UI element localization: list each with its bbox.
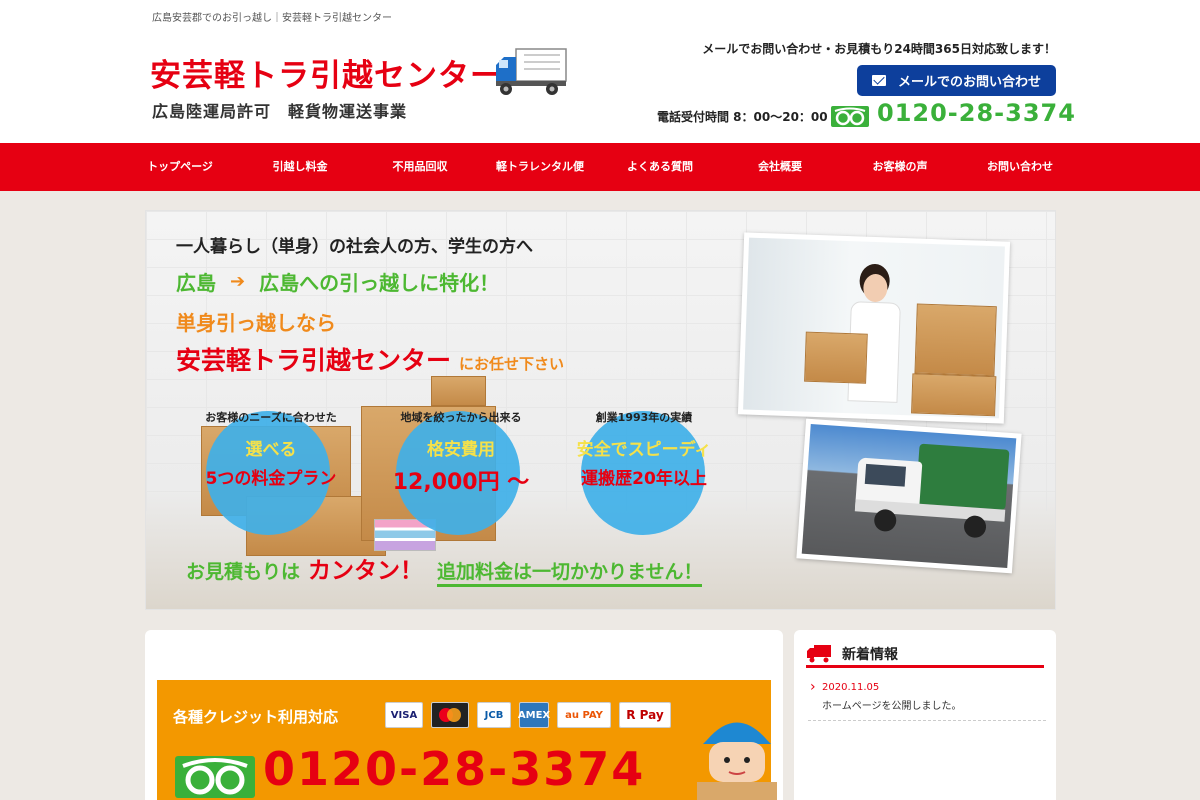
freedial-icon — [175, 756, 255, 798]
hero-single-move: 単身引っ越しなら — [176, 311, 336, 335]
hero-estimate-banner: お見積もりは カンタン！ 追加料金は一切かかりません！ — [186, 551, 703, 587]
photo-kei-truck — [796, 418, 1022, 574]
feature-detail: 12,000円 〜 — [392, 470, 530, 495]
nav-item-truck-rental[interactable]: 軽トラレンタル便 — [480, 143, 600, 191]
truck-icon — [807, 644, 831, 662]
freedial-icon — [831, 106, 869, 127]
no-extra-fee: 追加料金は一切かかりません！ — [437, 557, 703, 587]
nav-item-company[interactable]: 会社概要 — [720, 143, 840, 191]
news-title: 新着情報 — [842, 646, 898, 663]
truck-icon — [496, 48, 567, 95]
mail-button-label: メールでのお問い合わせ — [897, 75, 1041, 90]
header-phone-number[interactable]: 0120-28-3374 — [877, 99, 1076, 127]
amex-card-icon: AMEX — [518, 702, 550, 728]
feature-caption: お客様のニーズに合わせた — [205, 411, 337, 424]
arrow-right-icon: ➔ — [230, 271, 246, 292]
news-header: 新着情報 — [806, 642, 1044, 668]
credit-banner: 各種クレジット利用対応 VISA JCB AMEX au PAY R Pay 0… — [157, 680, 777, 800]
feature-detail: 5つの料金プラン — [205, 469, 337, 489]
cardboard-box — [431, 376, 486, 406]
feature-caption: 地域を絞ったから出来る — [400, 411, 522, 424]
hero-brand-suffix: にお任せ下さい — [459, 355, 565, 373]
feature-headline: 選べる — [245, 440, 297, 460]
payment-card-list: VISA JCB AMEX au PAY R Pay — [385, 702, 671, 728]
estimate-lead: お見積もりは — [186, 561, 301, 583]
mail-note: メールでお問い合わせ・お見積もり24時間365日対応致します！ — [702, 42, 1056, 56]
feature-experience: 創業1993年の実績 安全でスピーディ 運搬歴20年以上 — [559, 409, 729, 489]
main-content: 各種クレジット利用対応 VISA JCB AMEX au PAY R Pay 0… — [145, 630, 783, 800]
feature-plans: お客様のニーズに合わせた 選べる 5つの料金プラン — [186, 409, 356, 489]
hero-route: 広島 ➔ 広島への引っ越しに特化！ — [176, 267, 499, 296]
nav-item-junk-removal[interactable]: 不用品回収 — [360, 143, 480, 191]
feature-caption: 創業1993年の実績 — [595, 411, 693, 424]
news-item[interactable]: 2020.11.05 ホームページを公開しました。 — [808, 679, 1046, 721]
news-date: 2020.11.05 — [808, 679, 1046, 695]
license-text: 広島陸運局許可 軽貨物運送事業 — [152, 102, 408, 121]
au-pay-icon: au PAY — [557, 702, 611, 728]
phone-hours: 電話受付時間 8：00〜20：00 — [657, 110, 828, 124]
estimate-easy: カンタン！ — [308, 558, 424, 584]
sidebar: 新着情報 2020.11.05 ホームページを公開しました。 — [794, 630, 1056, 800]
news-text[interactable]: ホームページを公開しました。 — [808, 697, 1046, 712]
hero-route-from: 広島 — [176, 271, 216, 295]
photo-woman-with-boxes — [737, 232, 1011, 424]
mail-contact-button[interactable]: メールでのお問い合わせ — [857, 65, 1056, 96]
envelope-icon — [871, 75, 886, 86]
feature-headline: 格安費用 — [427, 440, 495, 460]
credit-title: 各種クレジット利用対応 — [173, 708, 339, 726]
global-nav: トップページ 引越し料金 不用品回収 軽トラレンタル便 よくある質問 会社概要 … — [0, 143, 1200, 191]
nav-item-contact[interactable]: お問い合わせ — [960, 143, 1080, 191]
credit-phone-number[interactable]: 0120-28-3374 — [263, 742, 645, 796]
nav-item-faq[interactable]: よくある質問 — [600, 143, 720, 191]
jcb-card-icon: JCB — [477, 702, 511, 728]
nav-item-pricing[interactable]: 引越し料金 — [240, 143, 360, 191]
rakuten-pay-icon: R Pay — [619, 702, 671, 728]
hero-route-to: 広島への引っ越しに特化！ — [259, 271, 500, 295]
mastercard-icon — [431, 702, 469, 728]
visa-card-icon: VISA — [385, 702, 423, 728]
nav-item-testimonials[interactable]: お客様の声 — [840, 143, 960, 191]
mover-mascot — [697, 722, 777, 800]
hero-banner: 一人暮らし（単身）の社会人の方、学生の方へ 広島 ➔ 広島への引っ越しに特化！ … — [145, 210, 1056, 610]
feature-price: 地域を絞ったから出来る 格安費用 12,000円 〜 — [376, 409, 546, 496]
nav-item-top[interactable]: トップページ — [120, 143, 240, 191]
hero-brand-name: 安芸軽トラ引越センター — [176, 346, 452, 375]
site-logo[interactable]: 安芸軽トラ引越センター — [150, 50, 502, 95]
hero-brand-line: 安芸軽トラ引越センター にお任せ下さい — [176, 341, 564, 377]
site-tagline: 広島安芸郡でのお引っ越し｜安芸軽トラ引越センター — [152, 13, 392, 24]
hero-target-audience: 一人暮らし（単身）の社会人の方、学生の方へ — [176, 237, 533, 257]
feature-headline: 安全でスピーディ — [576, 440, 712, 460]
feature-detail: 運搬歴20年以上 — [581, 469, 707, 489]
site-header: 広島安芸郡でのお引っ越し｜安芸軽トラ引越センター 安芸軽トラ引越センター 広島陸… — [0, 0, 1200, 143]
